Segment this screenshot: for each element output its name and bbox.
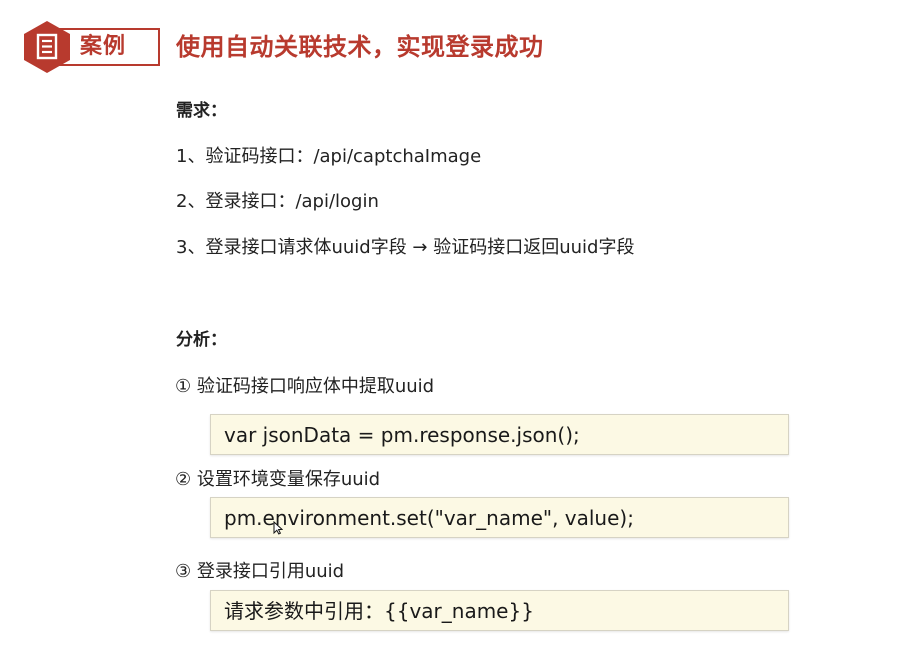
requirements-heading: 需求： [176,101,227,121]
code-line: var jsonData = pm.response.json(); [224,423,580,447]
code-block: 请求参数中引用：{{var_name}} [210,590,789,631]
analysis-step-label: ① 验证码接口响应体中提取uuid [175,376,435,397]
code-block: var jsonData = pm.response.json(); [210,414,789,455]
mouse-cursor-icon [273,521,283,535]
analysis-step-label: ② 设置环境变量保存uuid [175,469,381,490]
analysis-heading: 分析： [176,330,227,350]
code-block: pm.environment.set("var_name", value); [210,497,789,538]
code-line: 请求参数中引用：{{var_name}} [224,599,534,623]
requirement-item: 1、验证码接口：/api/captchaImage [176,146,482,167]
code-line: pm.environment.set("var_name", value); [224,506,634,530]
analysis-step-label: ③ 登录接口引用uuid [175,561,345,582]
requirement-item: 2、登录接口：/api/login [176,191,379,212]
page-title: 使用自动关联技术，实现登录成功 [176,33,544,61]
document-icon [24,21,70,73]
case-tag-label: 案例 [80,34,127,59]
header: 案例 使用自动关联技术，实现登录成功 [18,18,898,73]
requirement-item: 3、登录接口请求体uuid字段 → 验证码接口返回uuid字段 [176,237,635,258]
